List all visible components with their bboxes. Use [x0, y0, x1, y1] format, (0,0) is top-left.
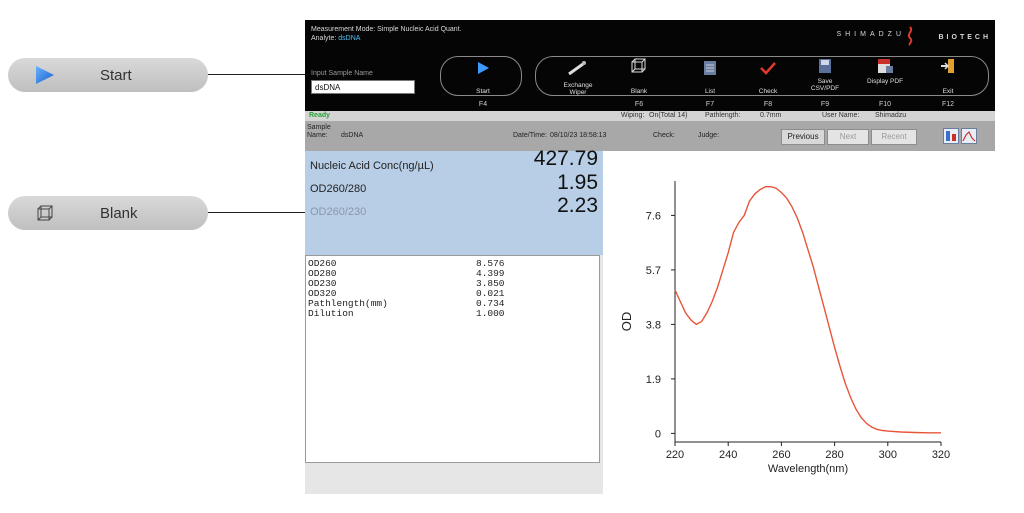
wiper-icon — [568, 61, 586, 76]
exchange-wiper-label: Exchange Wiper — [563, 82, 593, 96]
check-key: F8 — [763, 101, 773, 108]
conc-label: Nucleic Acid Conc(ng/µL) — [310, 160, 434, 172]
conc-value: 427.79 — [533, 147, 598, 170]
mode-label: Measurement Mode: — [311, 26, 376, 33]
wiping-label: Wiping: — [621, 112, 645, 119]
save-icon — [819, 59, 831, 73]
detail-value: 1.000 — [476, 308, 505, 319]
y-tick-label: 5.7 — [646, 265, 661, 277]
y-axis-label: OD — [619, 312, 634, 332]
spectrum-view-icon[interactable] — [961, 128, 977, 144]
next-button[interactable]: Next — [827, 129, 869, 145]
start-callout: Start — [8, 58, 208, 92]
x-tick-label: 260 — [772, 449, 790, 461]
result-summary-panel: Nucleic Acid Conc(ng/µL) 427.79 OD260/28… — [305, 147, 604, 255]
display-pdf-label: Display PDF — [866, 78, 904, 85]
y-tick-label: 7.6 — [646, 210, 661, 222]
sample-info-bar: Sample Name: dsDNA Date/Time: 08/10/23 1… — [305, 121, 995, 151]
spectrum-chart: 220 240 260 280 300 320 0 1.9 3.8 5.7 7.6 Wavelengt… — [619, 181, 950, 475]
exit-key: F12 — [941, 101, 955, 108]
exit-icon — [941, 59, 954, 73]
previous-button[interactable]: Previous — [781, 129, 825, 145]
blank-button-label: Blank — [630, 88, 648, 95]
pathlength-value: 0.7mm — [760, 112, 782, 119]
check-button[interactable]: Check F8 — [745, 58, 791, 110]
start-button[interactable]: Start F4 — [460, 58, 506, 110]
exchange-wiper-button[interactable]: Exchange Wiper — [555, 58, 601, 110]
checkmark-icon — [760, 62, 776, 75]
toolbar: Measurement Mode: Simple Nucleic Acid Qu… — [305, 20, 995, 111]
display-pdf-key: F10 — [878, 101, 892, 108]
datetime-value: 08/10/23 18:58:13 — [550, 132, 607, 139]
y-tick-label: 1.9 — [646, 374, 661, 386]
cube-outline-icon — [37, 205, 53, 221]
sample-name-caption: Sample Name: — [307, 124, 331, 139]
x-tick-label: 320 — [932, 449, 950, 461]
list-icon — [704, 61, 716, 75]
detail-values-list: OD260 8.576 OD280 4.399 OD230 3.850 OD320 0.… — [305, 255, 600, 463]
x-tick-label: 240 — [719, 449, 737, 461]
list-button-label: List — [704, 88, 716, 95]
user-value: Shimadzu — [875, 112, 907, 119]
save-csv-pdf-button[interactable]: Save CSV/PDF F9 — [802, 58, 848, 110]
start-callout-label: Start — [100, 66, 132, 84]
check-label: Check: — [653, 132, 675, 139]
display-pdf-button[interactable]: Display PDF F10 — [862, 58, 908, 110]
app-window: Measurement Mode: Simple Nucleic Acid Qu… — [305, 20, 995, 494]
start-key: F4 — [478, 101, 488, 108]
sample-name-label: Input Sample Name — [311, 70, 373, 77]
brand-logo: SHIMADZU — [836, 31, 905, 38]
sample-name-value: dsDNA — [341, 132, 364, 139]
x-tick-label: 220 — [666, 449, 684, 461]
user-label: User Name: — [822, 112, 860, 119]
ratio-230-value: 2.23 — [557, 194, 598, 217]
check-button-label: Check — [758, 88, 778, 95]
judge-label: Judge: — [698, 132, 720, 139]
save-key: F9 — [820, 101, 830, 108]
play-icon — [478, 62, 489, 74]
exit-button-label: Exit — [942, 88, 954, 95]
datetime-label: Date/Time: — [513, 132, 547, 139]
mode-value: Simple Nucleic Acid Quant. — [377, 26, 462, 33]
blank-callout-label: Blank — [100, 204, 138, 222]
detail-row: Dilution — [308, 308, 354, 319]
analyte-label: Analyte: — [311, 35, 337, 42]
ratio-280-value: 1.95 — [557, 171, 598, 194]
recent-button[interactable]: Recent — [871, 129, 917, 145]
ratio-230-label: OD260/230 — [310, 206, 367, 218]
report-view-icon[interactable] — [943, 128, 959, 144]
ratio-280-label: OD260/280 — [310, 183, 367, 195]
y-tick-label: 0 — [655, 428, 661, 440]
cube-outline-icon — [631, 58, 646, 73]
pathlength-label: Pathlength: — [705, 112, 741, 119]
save-button-label: Save CSV/PDF — [810, 78, 840, 92]
brand-sub: BIOTECH — [938, 34, 991, 41]
status-state: Ready — [309, 112, 331, 119]
brand-swirl-icon — [907, 26, 913, 46]
x-tick-label: 300 — [879, 449, 897, 461]
absorbance-curve — [674, 186, 941, 434]
x-tick-label: 280 — [825, 449, 843, 461]
y-tick-label: 3.8 — [646, 319, 661, 331]
play-icon — [36, 66, 54, 84]
x-axis-label: Wavelength(nm) — [768, 463, 848, 475]
wiping-value: On(Total 14) — [649, 112, 688, 119]
exit-button[interactable]: Exit F12 — [925, 58, 971, 110]
spectrum-chart-panel: 220 240 260 280 300 320 0 1.9 3.8 5.7 7.6 Wavelengt… — [603, 151, 995, 494]
sample-name-input[interactable]: dsDNA — [311, 80, 415, 94]
start-button-label: Start — [476, 88, 490, 95]
blank-key: F6 — [634, 101, 644, 108]
blank-button[interactable]: Blank F6 — [616, 58, 662, 110]
list-key: F7 — [705, 101, 715, 108]
status-bar: Ready Wiping: On(Total 14) Pathlength: 0… — [305, 111, 995, 121]
pdf-icon — [878, 59, 893, 73]
blank-callout: Blank — [8, 196, 208, 230]
list-button[interactable]: List F7 — [687, 58, 733, 110]
analyte-value: dsDNA — [338, 35, 361, 42]
